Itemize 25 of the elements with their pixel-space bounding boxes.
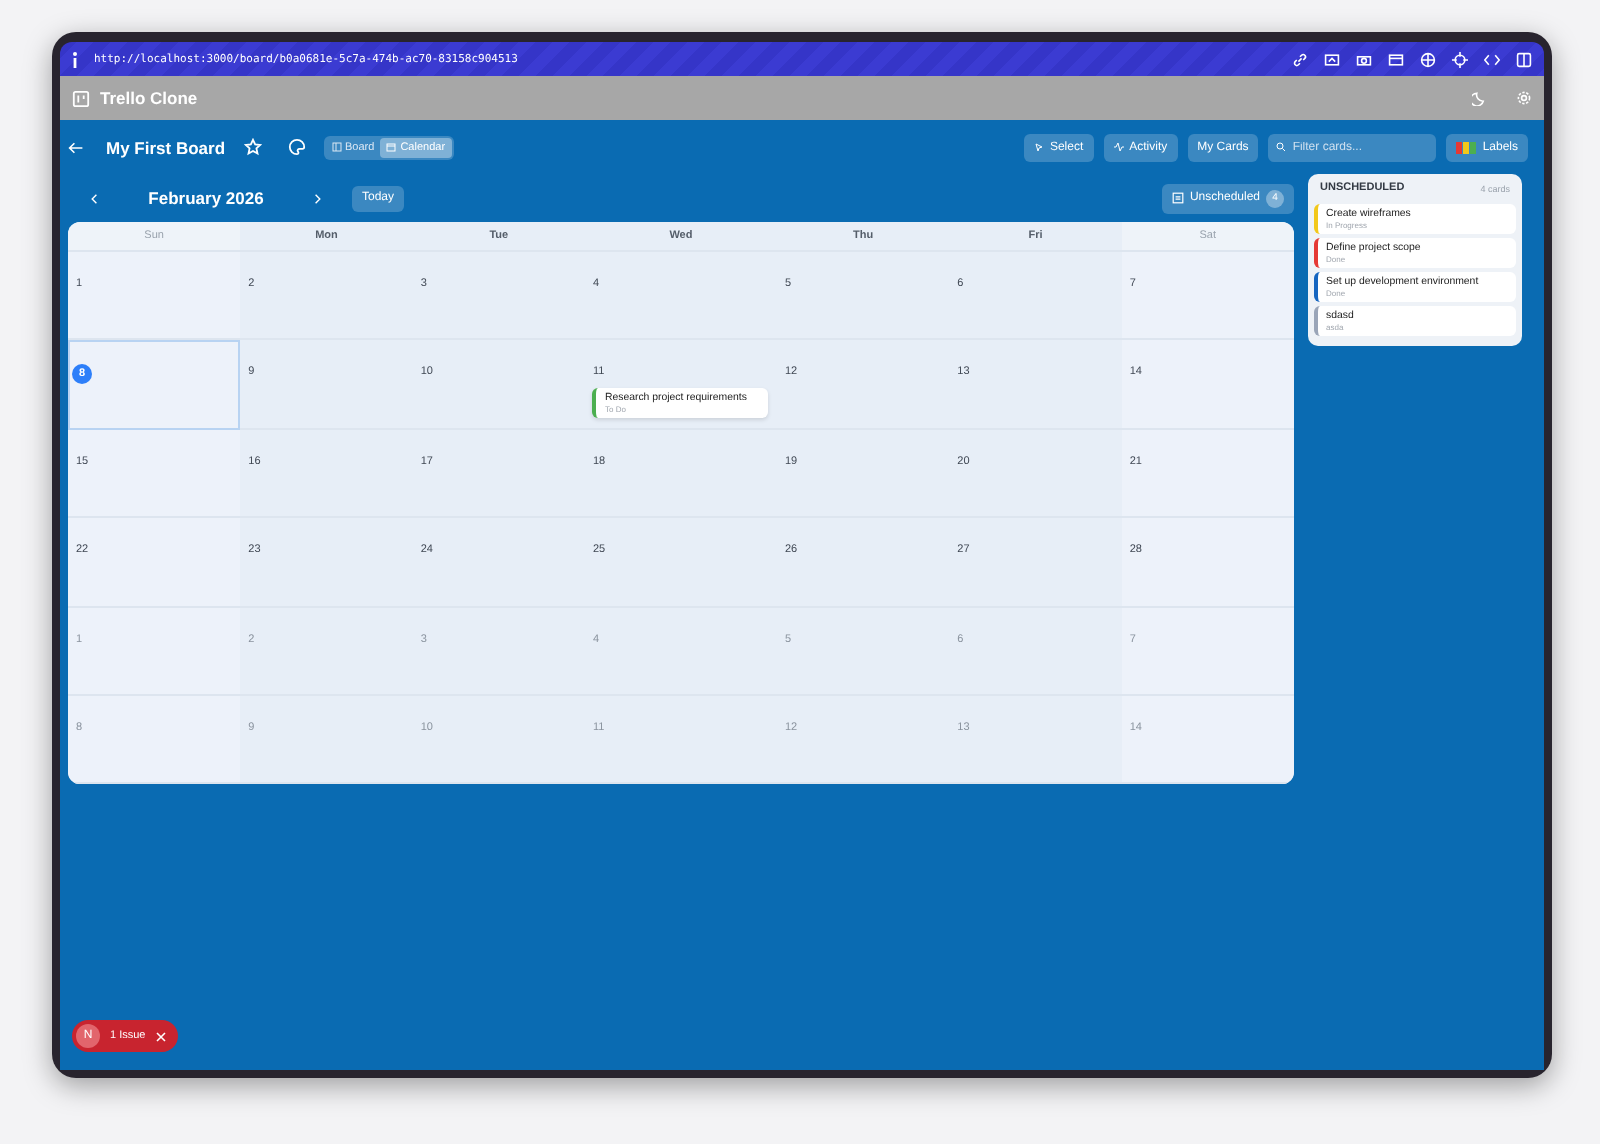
list-icon <box>1171 192 1184 204</box>
link-icon[interactable] <box>1292 51 1308 67</box>
color-bars-icon <box>1456 141 1477 153</box>
window-icon[interactable] <box>1388 51 1404 67</box>
cursor-icon <box>1033 142 1044 152</box>
app-title: Trello Clone <box>100 88 200 108</box>
info-icon <box>72 51 78 67</box>
palette-icon[interactable] <box>287 138 306 156</box>
star-icon[interactable] <box>243 138 262 156</box>
camera-icon[interactable] <box>1356 51 1372 67</box>
sidebar-icon[interactable] <box>1516 51 1532 67</box>
chevron-right-icon[interactable] <box>310 191 324 205</box>
board-title: My First Board <box>106 137 226 157</box>
month-title: February 2026 <box>146 188 266 208</box>
columns-icon <box>331 142 342 152</box>
globe-icon[interactable] <box>1420 51 1436 67</box>
calendar-icon <box>386 142 397 152</box>
search-icon <box>1276 142 1287 152</box>
image-icon[interactable] <box>1324 51 1340 67</box>
crosshair-icon[interactable] <box>1452 51 1468 67</box>
code-icon[interactable] <box>1484 51 1500 67</box>
back-arrow-icon[interactable] <box>68 139 84 155</box>
pulse-icon <box>1113 142 1124 152</box>
chevron-left-icon[interactable] <box>88 191 102 205</box>
close-icon[interactable] <box>155 1031 166 1041</box>
